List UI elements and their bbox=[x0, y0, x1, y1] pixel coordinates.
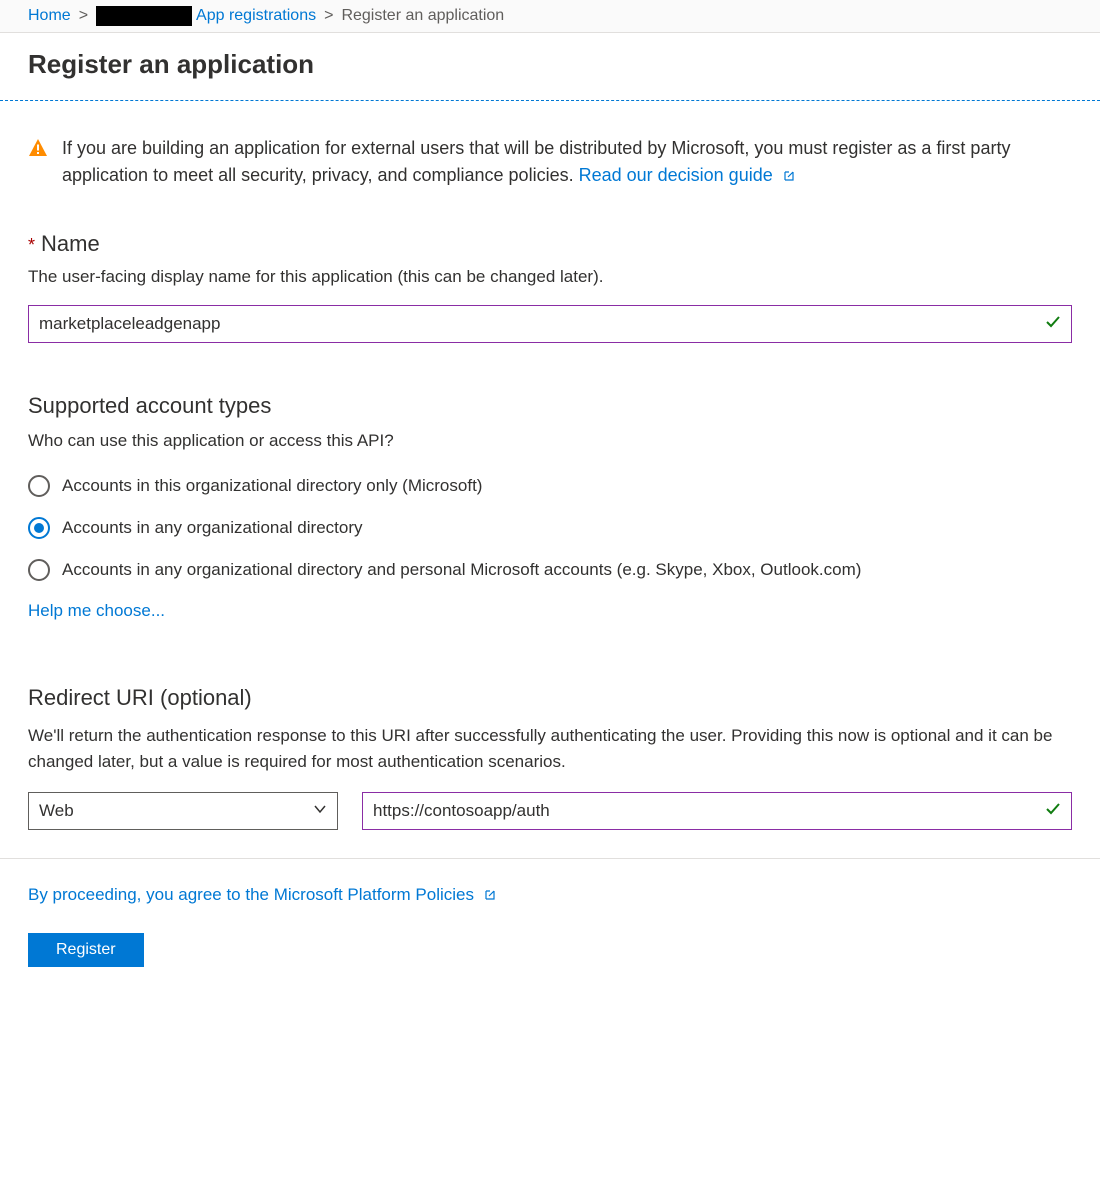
redirect-uri-desc: We'll return the authentication response… bbox=[28, 723, 1072, 774]
warning-notice: If you are building an application for e… bbox=[28, 135, 1072, 191]
select-value: Web bbox=[39, 801, 74, 821]
breadcrumb-current: Register an application bbox=[341, 7, 504, 25]
redirect-uri-input[interactable] bbox=[373, 795, 1045, 827]
register-button[interactable]: Register bbox=[28, 933, 144, 967]
chevron-right-icon: > bbox=[324, 7, 333, 25]
name-label: Name bbox=[41, 231, 100, 257]
breadcrumb: Home > App registrations > Register an a… bbox=[0, 0, 1100, 33]
redirect-type-select[interactable]: Web bbox=[28, 792, 338, 830]
radio-icon bbox=[28, 475, 50, 497]
radio-label: Accounts in this organizational director… bbox=[62, 476, 482, 496]
account-type-option-0[interactable]: Accounts in this organizational director… bbox=[28, 475, 1072, 497]
decision-guide-link[interactable]: Read our decision guide bbox=[579, 165, 796, 185]
radio-icon bbox=[28, 517, 50, 539]
redirect-uri-input-container bbox=[362, 792, 1072, 830]
redirect-uri-title: Redirect URI (optional) bbox=[28, 685, 1072, 711]
check-icon bbox=[1045, 801, 1061, 822]
footer: By proceeding, you agree to the Microsof… bbox=[0, 858, 1100, 999]
warning-text: If you are building an application for e… bbox=[62, 138, 1010, 185]
breadcrumb-app-registrations[interactable]: App registrations bbox=[196, 7, 316, 25]
platform-policies-link[interactable]: By proceeding, you agree to the Microsof… bbox=[28, 885, 497, 904]
account-type-option-2[interactable]: Accounts in any organizational directory… bbox=[28, 559, 1072, 581]
check-icon bbox=[1045, 314, 1061, 335]
account-types-title: Supported account types bbox=[28, 393, 1072, 419]
page-title: Register an application bbox=[28, 49, 1072, 80]
breadcrumb-home[interactable]: Home bbox=[28, 7, 71, 25]
external-link-icon bbox=[782, 167, 796, 187]
page-header: Register an application bbox=[0, 33, 1100, 101]
name-hint: The user-facing display name for this ap… bbox=[28, 267, 1072, 287]
required-asterisk: * bbox=[28, 235, 35, 256]
name-input-container bbox=[28, 305, 1072, 343]
radio-icon bbox=[28, 559, 50, 581]
radio-label: Accounts in any organizational directory… bbox=[62, 560, 861, 580]
help-me-choose-link[interactable]: Help me choose... bbox=[28, 601, 165, 620]
breadcrumb-redacted bbox=[96, 6, 192, 26]
account-types-sub: Who can use this application or access t… bbox=[28, 431, 1072, 451]
warning-icon bbox=[28, 138, 48, 191]
radio-label: Accounts in any organizational directory bbox=[62, 518, 363, 538]
chevron-right-icon: > bbox=[79, 7, 88, 25]
external-link-icon bbox=[483, 887, 497, 906]
name-input[interactable] bbox=[39, 308, 1045, 340]
chevron-down-icon bbox=[313, 801, 327, 821]
account-type-option-1[interactable]: Accounts in any organizational directory bbox=[28, 517, 1072, 539]
